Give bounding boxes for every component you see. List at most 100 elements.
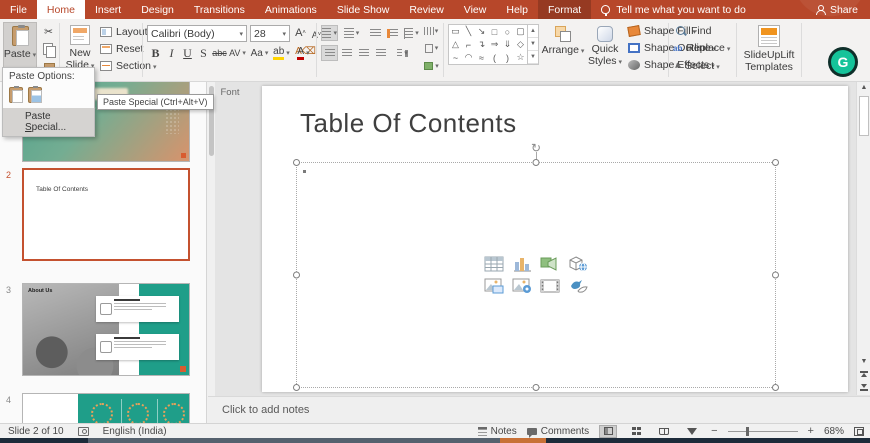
shape-cell[interactable]: ⇒ (488, 38, 501, 51)
scroll-down-icon[interactable]: ▼ (528, 38, 538, 51)
resize-handle-middle-right[interactable] (772, 271, 779, 279)
thumbnail-slide-4[interactable] (22, 393, 190, 423)
insert-picture-icon[interactable] (484, 278, 504, 294)
resize-handle-bottom-left[interactable] (293, 384, 300, 391)
strikethrough-button[interactable]: abc (211, 45, 228, 61)
italic-button[interactable]: I (163, 45, 180, 61)
shape-cell[interactable]: ↴ (475, 38, 488, 51)
shape-cell[interactable]: ( (488, 51, 501, 64)
shape-cell[interactable]: ◠ (462, 51, 475, 64)
change-case-button[interactable]: Aa (251, 45, 268, 61)
next-slide-button[interactable] (859, 383, 869, 394)
shape-cell[interactable]: ▢ (514, 25, 527, 38)
paste-keep-formatting-option[interactable] (9, 86, 23, 103)
cut-button[interactable]: ✂ (40, 24, 57, 40)
underline-button[interactable]: U (179, 45, 196, 61)
tab-review[interactable]: Review (399, 0, 453, 19)
align-center-button[interactable] (338, 45, 355, 61)
font-size-combo[interactable]: 28 ▾ (250, 25, 290, 42)
char-spacing-button[interactable]: AV (229, 45, 246, 61)
shape-cell[interactable]: ⇓ (501, 38, 514, 51)
scroll-up-icon[interactable]: ▲ (859, 84, 869, 91)
notes-pane[interactable]: Click to add notes (208, 396, 870, 423)
align-left-button[interactable] (321, 45, 338, 61)
share-button[interactable]: Share (804, 0, 870, 19)
justify-button[interactable] (372, 45, 389, 61)
find-button[interactable]: Find (676, 25, 711, 37)
grammarly-icon[interactable]: G (828, 47, 858, 77)
accessibility-icon[interactable] (77, 426, 89, 436)
comments-toggle-button[interactable]: Comments (526, 426, 589, 438)
insert-smartart-icon[interactable] (540, 256, 560, 272)
tab-design[interactable]: Design (131, 0, 184, 19)
resize-handle-top-center[interactable] (532, 159, 540, 166)
tab-transitions[interactable]: Transitions (184, 0, 255, 19)
shapes-gallery-scroll[interactable]: ▲ ▼ ▼ (527, 24, 539, 65)
reading-view-button[interactable] (655, 425, 673, 438)
shape-cell[interactable]: ↘ (475, 25, 488, 38)
font-name-combo[interactable]: Calibri (Body) ▾ (147, 25, 247, 42)
tell-me-box[interactable]: Tell me what you want to do (591, 0, 756, 19)
insert-video-icon[interactable] (540, 278, 560, 294)
tab-slideshow[interactable]: Slide Show (327, 0, 400, 19)
insert-icons-icon[interactable] (568, 278, 588, 294)
text-direction-button[interactable] (423, 23, 440, 39)
tab-insert[interactable]: Insert (85, 0, 131, 19)
shape-cell[interactable]: ~ (449, 51, 462, 64)
bold-button[interactable]: B (147, 45, 164, 61)
highlight-color-button[interactable]: ab (273, 45, 290, 61)
layout-button[interactable]: Layout (100, 26, 153, 38)
insert-table-icon[interactable] (484, 256, 504, 272)
slide-canvas[interactable]: Table Of Contents ↻ (262, 86, 848, 392)
arrange-button[interactable]: Arrange (542, 23, 584, 56)
font-color-button[interactable]: A (295, 45, 312, 61)
copy-button[interactable] (40, 42, 57, 58)
shape-cell[interactable]: ○ (501, 25, 514, 38)
shape-cell[interactable]: ) (501, 51, 514, 64)
reset-button[interactable]: Reset (100, 43, 143, 55)
numbering-button[interactable] (343, 25, 360, 41)
shape-cell[interactable]: ☆ (514, 51, 527, 64)
paste-special-menu-item[interactable]: Paste Special... (3, 108, 94, 136)
language-indicator[interactable]: English (India) (103, 426, 167, 437)
slideuplift-templates-button[interactable]: SlideUpLift Templates (741, 22, 797, 73)
slide-area-scrollbar[interactable]: ▲ ▼ (856, 82, 870, 395)
shapes-gallery[interactable]: ▭ ╲ ↘ □ ○ ▢ △ ⌐ ↴ ⇒ ⇓ ◇ ~ ◠ ≈ ( ) ☆ (448, 24, 528, 65)
tab-help[interactable]: Help (496, 0, 538, 19)
slide-sorter-view-button[interactable] (627, 425, 645, 438)
shape-cell[interactable]: ╲ (462, 25, 475, 38)
zoom-slider-thumb[interactable] (745, 426, 749, 436)
rotate-handle-icon[interactable]: ↻ (531, 141, 541, 155)
thumbnail-panel-scrollbar[interactable] (207, 82, 215, 423)
fit-slide-to-window-icon[interactable] (854, 426, 864, 436)
resize-handle-middle-left[interactable] (293, 271, 300, 279)
tab-animations[interactable]: Animations (255, 0, 327, 19)
select-button[interactable]: Select (675, 60, 720, 72)
gallery-more-icon[interactable]: ▼ (528, 51, 538, 64)
align-right-button[interactable] (355, 45, 372, 61)
notes-toggle-button[interactable]: Notes (477, 426, 517, 437)
tab-view[interactable]: View (454, 0, 497, 19)
thumbnail-slide-3[interactable]: About Us (22, 283, 190, 376)
tab-format[interactable]: Format (537, 0, 592, 19)
shape-cell[interactable]: ⌐ (462, 38, 475, 51)
paste-as-picture-option[interactable] (28, 86, 42, 103)
line-spacing-button[interactable] (403, 25, 420, 41)
shadow-button[interactable]: S (195, 45, 212, 61)
previous-slide-button[interactable] (859, 371, 869, 382)
slide-title-text[interactable]: Table Of Contents (300, 108, 517, 139)
replace-button[interactable]: ab Replace (673, 42, 730, 54)
shape-cell[interactable]: ≈ (475, 51, 488, 64)
normal-view-button[interactable] (599, 424, 618, 438)
resize-handle-bottom-center[interactable] (532, 384, 540, 391)
convert-smartart-button[interactable] (423, 58, 440, 74)
align-text-button[interactable] (423, 40, 440, 56)
shape-cell[interactable]: ▭ (449, 25, 462, 38)
thumbnail-slide-2[interactable]: Table Of Contents (22, 168, 190, 261)
tab-file[interactable]: File (0, 0, 37, 19)
content-placeholder[interactable]: ↻ (293, 141, 779, 391)
new-slide-button[interactable]: New Slide (63, 22, 97, 71)
insert-stock-image-icon[interactable] (512, 278, 532, 294)
tab-home[interactable]: Home (36, 0, 85, 19)
columns-button[interactable] (394, 45, 411, 61)
